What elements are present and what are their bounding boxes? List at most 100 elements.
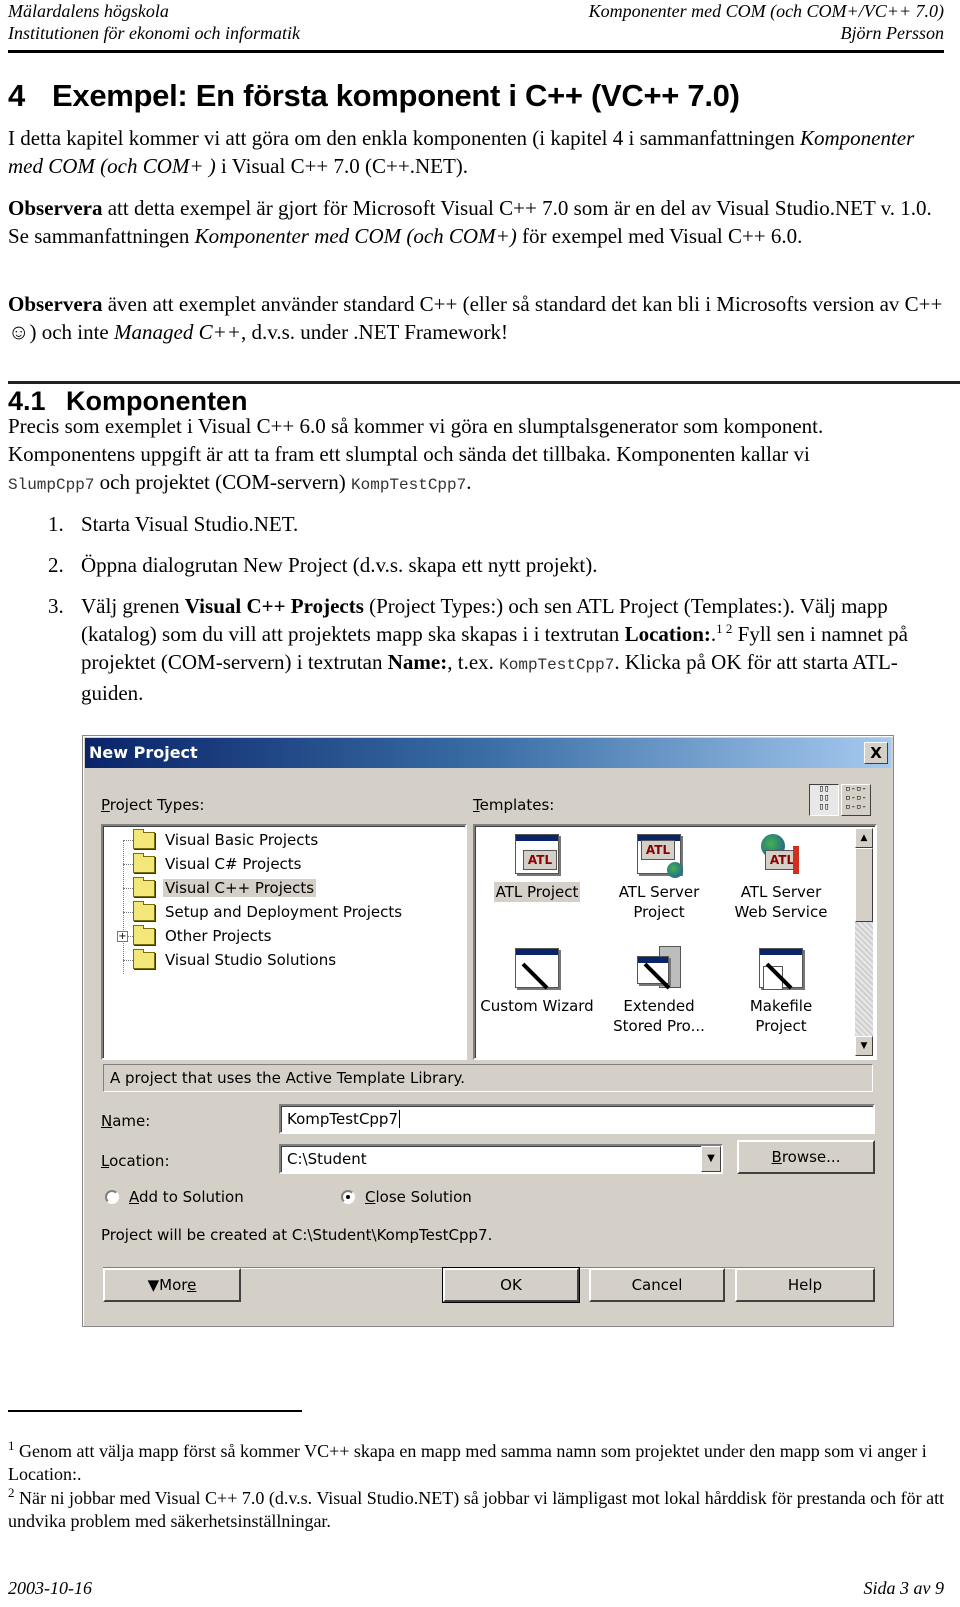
templates-scrollbar[interactable]: ▲ ▼ [855, 828, 873, 1056]
templates-list[interactable]: ATL ATL Project ATL ATL Server Project AT… [473, 824, 877, 1060]
footnote-ref[interactable]: 1 2 [716, 621, 732, 636]
close-button[interactable]: X [864, 742, 888, 764]
footnote-text: Genom att välja mapp först så kommer VC+… [8, 1441, 927, 1484]
dialog-title: New Project [89, 743, 198, 762]
smiley-icon: ☺ [8, 320, 30, 344]
location-label: Location: [101, 1152, 170, 1170]
mnemonic: B [771, 1148, 782, 1166]
footnote-rule [8, 1410, 302, 1412]
help-button[interactable]: Help [735, 1268, 875, 1302]
tree-item-visual-cpp-projects[interactable]: Visual C++ Projects [133, 876, 317, 900]
expand-icon[interactable]: + [117, 931, 128, 942]
name-input[interactable]: KompTestCpp7 [279, 1104, 875, 1134]
project-path-info: Project will be created at C:\Student\Ko… [101, 1226, 493, 1244]
large-icons-view-button[interactable]: ▯▯ ▯▯ ▯▯ [809, 784, 839, 816]
template-label: ATL Server [740, 883, 822, 901]
bold-note: Observera [8, 292, 103, 316]
step-text: Välj grenen Visual C++ Projects (Project… [81, 592, 948, 707]
tree-connector [123, 864, 133, 865]
tree-connector [123, 960, 133, 961]
template-label: Makefile Project [749, 997, 813, 1035]
tree-item-other-projects[interactable]: Other Projects [133, 924, 274, 948]
bold-term: Location: [624, 622, 711, 646]
footer-date: 2003-10-16 [8, 1578, 92, 1598]
template-atl-server-web-service[interactable]: ATL ATL Server Web Service [721, 832, 841, 922]
more-button[interactable]: ▼More [103, 1268, 241, 1302]
name-value: KompTestCpp7 [287, 1110, 398, 1128]
browse-button[interactable]: Browse... [737, 1140, 875, 1174]
step-item: 2. Öppna dialogrutan New Project (d.v.s.… [48, 551, 948, 579]
scroll-down-button[interactable]: ▼ [855, 1036, 873, 1056]
arrow-down-icon: ▼ [860, 1041, 868, 1051]
custom-wizard-icon [513, 946, 561, 992]
italic-term: Managed C++ [114, 320, 241, 344]
close-solution-radio[interactable] [341, 1190, 355, 1204]
atl-project-icon: ATL [513, 832, 561, 878]
open-folder-icon [133, 876, 155, 897]
close-icon: X [870, 744, 882, 762]
text: även att exemplet använder standard C++ … [102, 292, 943, 316]
text: . [466, 470, 472, 494]
location-combobox[interactable]: C:\Student ▼ [279, 1144, 723, 1174]
tree-item-visual-studio-solutions[interactable]: Visual Studio Solutions [133, 948, 338, 972]
small-icons-view-button[interactable]: ▫-▫- ▫-▫- ▫-▫- [841, 784, 871, 816]
intro-paragraph-1: I detta kapitel kommer vi att göra om de… [8, 124, 948, 180]
step-text: Starta Visual Studio.NET. [81, 512, 299, 536]
scrollbar-thumb[interactable] [855, 848, 873, 922]
tree-item-visual-csharp-projects[interactable]: Visual C# Projects [133, 852, 304, 876]
template-custom-wizard[interactable]: Custom Wizard [477, 946, 597, 1016]
label-text: ame: [112, 1112, 151, 1130]
template-atl-server-project[interactable]: ATL ATL Server Project [599, 832, 719, 922]
author-name: Björn Persson [840, 23, 945, 43]
text: för exempel med Visual C++ 6.0. [516, 224, 803, 248]
scroll-up-button[interactable]: ▲ [855, 828, 873, 848]
text: , d.v.s. under .NET Framework! [240, 320, 509, 344]
template-extended-stored-procedure[interactable]: Extended Stored Pro... [599, 946, 719, 1036]
dropdown-button[interactable]: ▼ [701, 1146, 721, 1172]
section-rule [8, 381, 960, 384]
text: I detta kapitel kommer vi att göra om de… [8, 126, 800, 150]
folder-icon [133, 948, 155, 969]
intro-paragraph-2: Observera att detta exempel är gjort för… [8, 194, 948, 250]
label-text: roject Types: [109, 796, 205, 814]
label-text: emplates: [479, 796, 555, 814]
template-label: Stored Pro... [613, 1017, 705, 1035]
footnote-1: 1 Genom att välja mapp först så kommer V… [8, 1439, 948, 1486]
close-solution-label[interactable]: Close Solution [365, 1188, 472, 1206]
template-label: Custom Wizard [480, 997, 594, 1015]
department-name: Institutionen för ekonomi och informatik [8, 23, 300, 43]
document-title: Komponenter med COM (och COM+/VC++ 7.0) [588, 1, 944, 21]
ok-button[interactable]: OK [442, 1267, 580, 1303]
tree-item-visual-basic-projects[interactable]: Visual Basic Projects [133, 828, 320, 852]
label-text: dd to Solution [139, 1188, 244, 1206]
header-rule [8, 50, 944, 53]
header-left: Mälardalens högskola Institutionen för e… [8, 0, 300, 44]
cancel-button[interactable]: Cancel [589, 1268, 725, 1302]
add-to-solution-radio[interactable] [105, 1190, 119, 1204]
header-right: Komponenter med COM (och COM+/VC++ 7.0) … [589, 0, 944, 44]
text: Precis som exemplet i Visual C++ 6.0 så … [8, 414, 824, 466]
text: och projektet (COM-servern) [94, 470, 352, 494]
mnemonic: P [101, 796, 110, 814]
template-label: ATL Server [618, 883, 700, 901]
add-to-solution-label[interactable]: Add to Solution [129, 1188, 244, 1206]
tree-connector [123, 840, 133, 841]
tree-item-label: Visual C# Projects [165, 855, 302, 873]
text: ) och inte [29, 320, 115, 344]
template-atl-project[interactable]: ATL ATL Project [477, 832, 597, 902]
code-project-name: KompTestCpp7 [499, 656, 615, 674]
italic-title: Komponenter med COM (och COM+) [194, 224, 517, 248]
project-types-tree[interactable]: + Visual Basic Projects Visual C# Projec… [101, 824, 467, 1060]
tree-item-label: Visual C++ Projects [163, 879, 317, 897]
section-paragraph: Precis som exemplet i Visual C++ 6.0 så … [8, 412, 878, 499]
text-cursor [399, 1110, 400, 1128]
location-value: C:\Student [287, 1150, 367, 1168]
bold-term: Name: [387, 650, 448, 674]
template-makefile-project[interactable]: Makefile Project [721, 946, 841, 1036]
footer-page-number: Sida 3 av 9 [863, 1578, 945, 1598]
tree-connector [123, 840, 124, 974]
step-number: 1. [48, 512, 64, 536]
bold-term: Visual C++ Projects [184, 594, 364, 618]
tree-item-setup-and-deployment-projects[interactable]: Setup and Deployment Projects [133, 900, 404, 924]
footnote-2: 2 När ni jobbar med Visual C++ 7.0 (d.v.… [8, 1486, 948, 1533]
